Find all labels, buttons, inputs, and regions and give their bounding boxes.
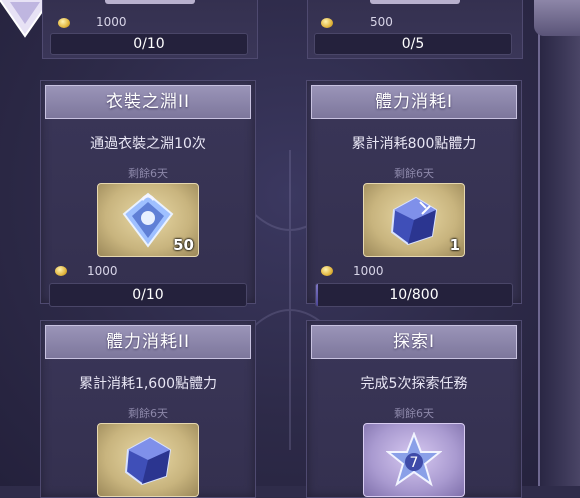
- card-description: 通過衣裝之淵10次: [90, 136, 206, 152]
- task-card[interactable]: 衣裝之淵II 通過衣裝之淵10次 剩餘6天 50 1000 0/10: [40, 80, 256, 307]
- card-title: 衣裝之淵II: [45, 85, 251, 119]
- card-title: 體力消耗II: [45, 325, 251, 359]
- reward-item[interactable]: 50: [97, 183, 199, 257]
- top-right-cost: 500: [370, 15, 393, 29]
- reward-item[interactable]: 1: [363, 183, 465, 257]
- progress-bar: 10/800: [315, 283, 513, 307]
- progress-text: 10/800: [389, 287, 439, 303]
- task-card[interactable]: 體力消耗I 累計消耗800點體力 剩餘6天 1 1000 10/800: [306, 80, 522, 307]
- top-badge-right: [370, 0, 460, 4]
- card-title: 探索I: [311, 325, 517, 359]
- blue-crystal-cube-icon: [124, 436, 172, 486]
- top-badge-left: [105, 0, 195, 4]
- coin-icon: [321, 18, 333, 28]
- reward-count: 1: [449, 236, 460, 254]
- top-left-progress: 0/10: [50, 33, 248, 55]
- task-card[interactable]: 探索I 完成5次探索任務 剩餘6天 7: [306, 320, 522, 498]
- svg-text:7: 7: [410, 455, 419, 471]
- card-remaining-time: 剩餘6天: [128, 407, 168, 420]
- right-scroll-rail[interactable]: [538, 0, 580, 486]
- right-rail-cap: [534, 0, 580, 36]
- cost-value: 1000: [353, 264, 384, 278]
- card-remaining-time: 剩餘6天: [394, 407, 434, 420]
- shield-gem-icon: [122, 192, 174, 248]
- task-card[interactable]: 體力消耗II 累計消耗1,600點體力 剩餘6天: [40, 320, 256, 498]
- card-description: 累計消耗1,600點體力: [78, 376, 218, 392]
- cost-value: 1000: [87, 264, 118, 278]
- reward-count: 50: [173, 236, 194, 254]
- card-description: 完成5次探索任務: [360, 376, 468, 392]
- top-right-progress: 0/5: [314, 33, 512, 55]
- top-left-cost: 1000: [96, 15, 127, 29]
- blue-crystal-cube-icon: [390, 196, 438, 246]
- card-remaining-time: 剩餘6天: [394, 167, 434, 180]
- star-badge-icon: 7: [386, 432, 442, 487]
- coin-icon: [321, 266, 333, 276]
- card-description: 累計消耗800點體力: [351, 136, 477, 152]
- card-title: 體力消耗I: [311, 85, 517, 119]
- progress-bar: 0/10: [49, 283, 247, 307]
- progress-text: 0/10: [132, 287, 164, 303]
- coin-icon: [58, 18, 70, 28]
- card-remaining-time: 剩餘6天: [128, 167, 168, 180]
- cost-row: 1000: [307, 263, 521, 281]
- cost-row: 1000: [41, 263, 255, 281]
- coin-icon: [55, 266, 67, 276]
